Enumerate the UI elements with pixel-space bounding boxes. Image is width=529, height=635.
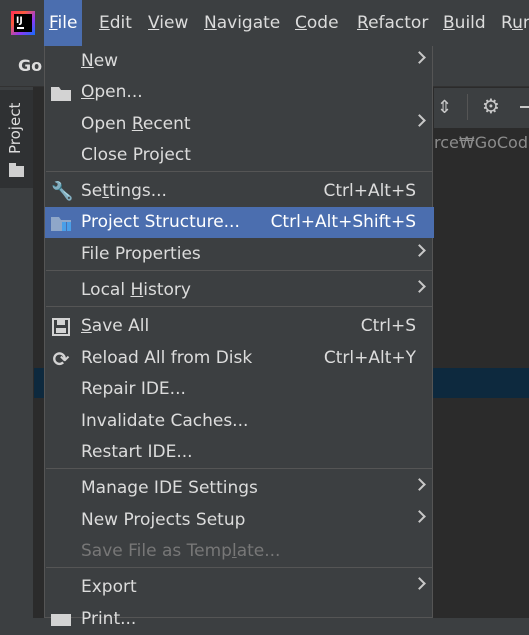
menu-edit[interactable]: Edit <box>94 0 137 46</box>
menu-item-repair-ide[interactable]: Repair IDE... <box>45 374 434 405</box>
menu-item-file-properties[interactable]: File Properties <box>45 239 434 270</box>
project-tab-label: Project <box>6 102 24 154</box>
app-icon-text: IJ <box>16 16 23 26</box>
project-tool-tab[interactable]: Project <box>0 90 33 188</box>
print-icon <box>51 614 71 626</box>
collapse-all-icon[interactable]: ⇕ <box>437 97 452 118</box>
folder-icon <box>9 163 24 177</box>
toolbar-divider <box>467 94 468 120</box>
wrench-icon: 🔧 <box>51 181 74 202</box>
menu-separator <box>46 171 433 172</box>
menu-item-new-projects-setup[interactable]: New Projects Setup <box>45 505 434 536</box>
main-menubar: IJ File Edit View Navigate Code Refactor… <box>0 0 529 46</box>
hide-panel-icon[interactable] <box>520 106 529 108</box>
menu-item-settings[interactable]: 🔧 Settings... Ctrl+Alt+S <box>45 176 434 207</box>
menu-code[interactable]: Code <box>290 0 344 46</box>
project-structure-icon <box>51 217 71 231</box>
menu-run[interactable]: Run <box>496 0 529 46</box>
open-folder-icon <box>51 87 71 101</box>
menu-item-invalidate-caches[interactable]: Invalidate Caches... <box>45 406 434 437</box>
project-path-text: rce₩GoCod <box>434 133 528 152</box>
save-icon <box>52 318 70 336</box>
submenu-arrow-icon <box>413 577 426 590</box>
menu-separator <box>46 270 433 271</box>
intellij-app-icon[interactable]: IJ <box>11 11 35 35</box>
menu-item-new[interactable]: New <box>45 46 434 77</box>
menu-view[interactable]: View <box>143 0 193 46</box>
submenu-arrow-icon <box>413 244 426 257</box>
menu-item-print[interactable]: Print... <box>45 604 434 635</box>
submenu-arrow-icon <box>413 510 426 523</box>
menu-item-open[interactable]: Open... <box>45 77 434 108</box>
menu-separator <box>46 468 433 469</box>
menu-refactor[interactable]: Refactor <box>352 0 433 46</box>
menu-file[interactable]: File <box>44 0 83 46</box>
menu-item-restart-ide[interactable]: Restart IDE... <box>45 437 434 468</box>
menu-item-close-project[interactable]: Close Project <box>45 140 434 171</box>
submenu-arrow-icon <box>413 114 426 127</box>
file-menu-dropdown: New Open... Open Recent Close Project 🔧 … <box>44 46 434 629</box>
project-name[interactable]: Go <box>18 56 42 75</box>
submenu-arrow-icon <box>413 280 426 293</box>
submenu-arrow-icon <box>413 478 426 491</box>
menu-item-open-recent[interactable]: Open Recent <box>45 109 434 140</box>
menu-build[interactable]: Build <box>438 0 491 46</box>
menu-item-reload-all[interactable]: ⟳ Reload All from Disk Ctrl+Alt+Y <box>45 343 434 374</box>
menu-item-local-history[interactable]: Local History <box>45 275 434 306</box>
menu-item-manage-ide-settings[interactable]: Manage IDE Settings <box>45 473 434 504</box>
menu-item-project-structure[interactable]: Project Structure... Ctrl+Alt+Shift+S <box>45 207 434 238</box>
submenu-arrow-icon <box>413 51 426 64</box>
menu-item-save-all[interactable]: Save All Ctrl+S <box>45 311 434 342</box>
menu-separator <box>46 306 433 307</box>
gear-icon[interactable]: ⚙ <box>482 94 500 118</box>
menu-navigate[interactable]: Navigate <box>199 0 285 46</box>
menu-separator <box>46 567 433 568</box>
menu-item-save-file-as-template: Save File as Template... <box>81 541 281 561</box>
reload-icon: ⟳ <box>52 347 70 371</box>
menu-item-export[interactable]: Export <box>45 572 434 603</box>
